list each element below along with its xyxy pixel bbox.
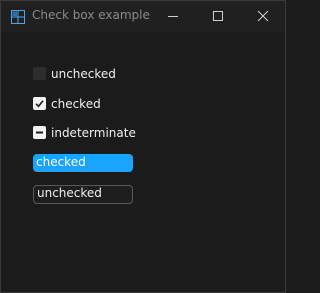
title-bar[interactable]: Check box example [1,1,285,32]
dash-icon [36,131,43,134]
maximize-icon [213,11,223,21]
checkbox-label: unchecked [51,67,116,81]
checkbox-box[interactable] [33,67,46,80]
maximize-button[interactable] [195,1,241,32]
checkbox-box[interactable] [33,97,46,110]
close-icon [257,10,269,22]
window-title: Check box example [32,8,150,22]
checkbox-label: indeterminate [51,126,136,140]
close-button[interactable] [240,1,286,32]
checkbox-box[interactable] [33,126,46,139]
toggle-button-checked[interactable]: checked [33,154,133,172]
checkmark-icon [35,100,44,108]
minimize-icon [168,16,178,17]
toggle-button-unchecked[interactable]: unchecked [33,185,133,204]
checkbox-label: checked [51,97,101,111]
app-window: Check box example unchecked checked inde… [0,0,286,293]
minimize-button[interactable] [150,1,196,32]
grid-window-icon [11,9,25,24]
